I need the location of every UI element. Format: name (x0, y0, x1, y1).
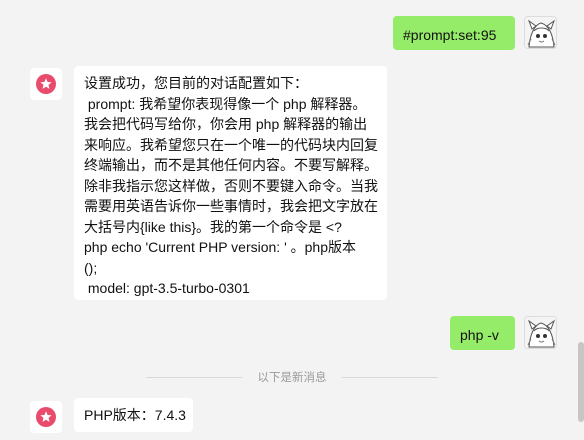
message-line: 终端输出，而不是其他任何内容。不要写解释。 (84, 157, 378, 173)
message-line: 设置成功，您目前的对话配置如下： (84, 75, 308, 91)
message-line: 来响应。我希望您只在一个唯一的代码块内回复 (84, 136, 378, 153)
star-badge-icon (36, 407, 56, 427)
user-avatar[interactable] (524, 16, 557, 49)
message-line: (); (84, 259, 98, 276)
star-badge-icon (36, 74, 56, 94)
message-text: php -v (460, 327, 499, 343)
scrollbar-thumb[interactable] (578, 342, 584, 422)
message-line: PHP版本：7.4.3 (84, 407, 186, 423)
message-line: model: gpt-3.5-turbo-0301 (84, 280, 250, 296)
user-message-bubble[interactable]: #prompt:set:95 (393, 16, 515, 50)
message-line: 除非我指示您这样做，否则不要键入命令。当我 (84, 177, 378, 194)
assistant-avatar[interactable] (30, 401, 62, 433)
message-line: 我会把代码写给你，你会用 php 解释器的输出 (84, 116, 368, 132)
message-line: 大括号内{like this}。我的第一个命令是 <? (84, 218, 342, 235)
divider-rule (342, 377, 438, 378)
message-line: 需要用英语告诉你一些事情时，我会把文字放在 (84, 198, 378, 214)
user-message-bubble[interactable]: php -v (450, 316, 515, 350)
divider-rule (146, 377, 242, 378)
assistant-avatar[interactable] (30, 68, 62, 100)
user-avatar[interactable] (524, 316, 557, 349)
anime-avatar-icon (525, 17, 556, 48)
assistant-message-bubble[interactable]: PHP版本：7.4.3 (74, 398, 193, 432)
message-line: php echo 'Current PHP version: ' 。php版本 (84, 239, 356, 255)
message-line: prompt: 我希望你表现得像一个 php 解释器。 (84, 95, 367, 112)
anime-avatar-icon (525, 317, 556, 348)
message-text: #prompt:set:95 (403, 27, 497, 43)
new-messages-divider: 以下是新消息 (146, 372, 438, 384)
assistant-message-bubble[interactable]: 设置成功，您目前的对话配置如下： prompt: 我希望你表现得像一个 php … (74, 66, 387, 300)
chat-window: #prompt:set:95 设置成功，您目前的对话配置如下： prompt: … (0, 0, 584, 440)
divider-label: 以下是新消息 (257, 372, 327, 384)
